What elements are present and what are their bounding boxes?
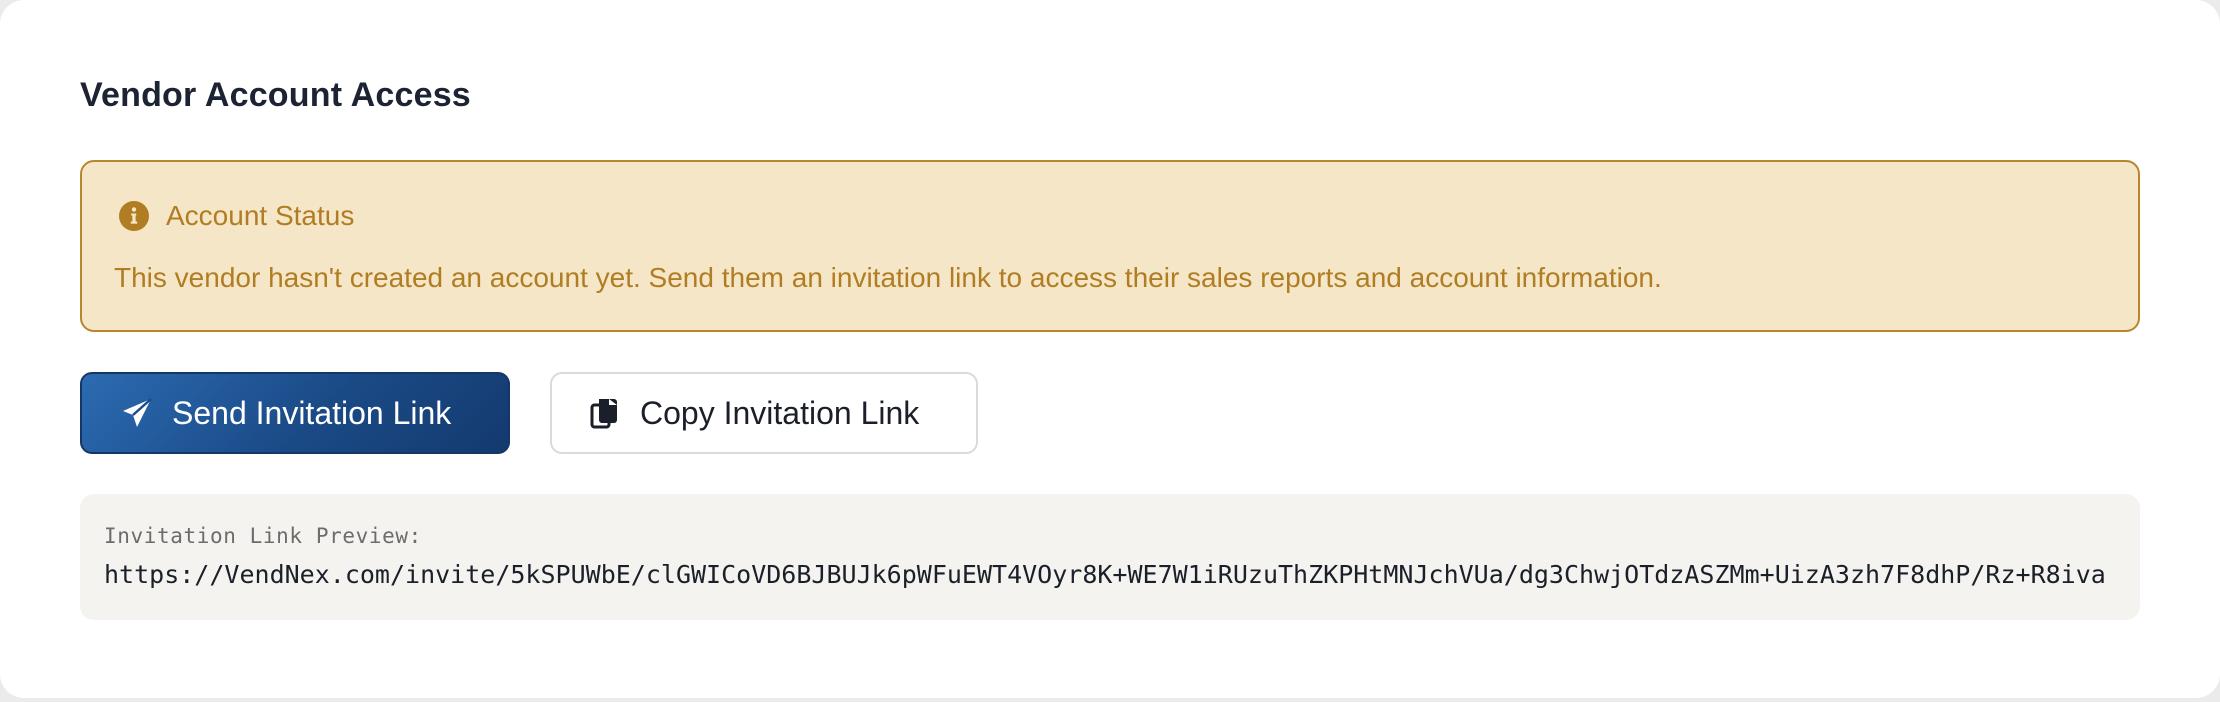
send-invitation-label: Send Invitation Link [172,394,452,431]
alert-message: This vendor hasn't created an account ye… [114,262,1662,293]
section-title: Vendor Account Access [80,76,471,114]
alert-header: Account Status [118,198,354,234]
preview-url[interactable]: https://VendNex.com/invite/5kSPUWbE/clGW… [104,560,2106,589]
vendor-access-card: Vendor Account Access Account Status Thi… [0,0,2220,698]
copy-invitation-label: Copy Invitation Link [640,394,920,431]
alert-title: Account Status [166,200,355,231]
paper-plane-icon [120,396,154,430]
send-invitation-button[interactable]: Send Invitation Link [80,372,510,454]
copy-invitation-button[interactable]: Copy Invitation Link [550,372,978,454]
preview-label: Invitation Link Preview: [104,524,422,548]
invitation-link-preview: Invitation Link Preview: https://VendNex… [80,494,2140,620]
copy-icon [588,396,622,430]
account-status-alert: Account Status This vendor hasn't create… [80,160,2140,332]
info-circle-icon [118,200,150,232]
